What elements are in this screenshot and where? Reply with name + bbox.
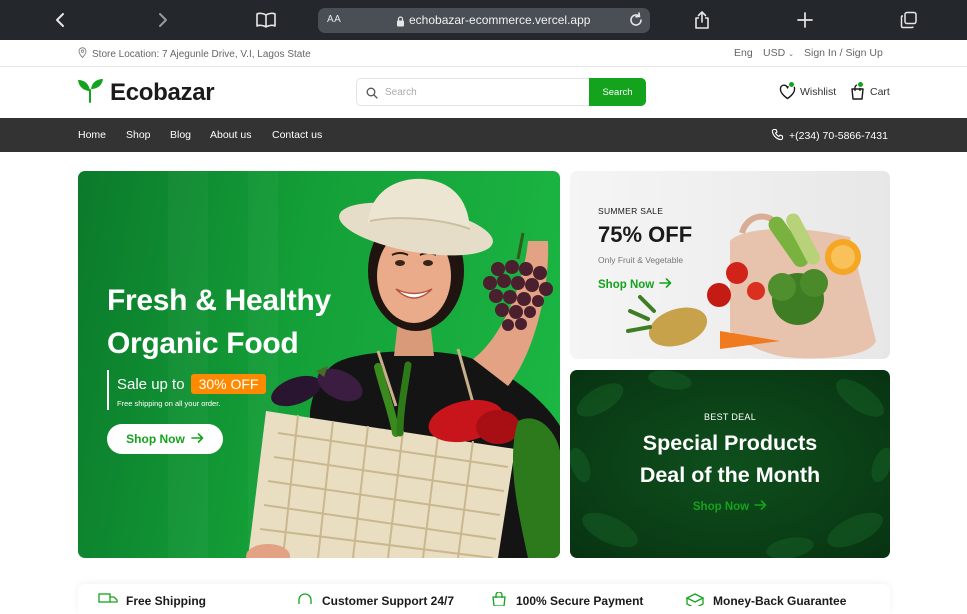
- best-deal-title: Special Products Deal of the Month: [570, 427, 890, 491]
- hero-title-line-1: Fresh & Healthy: [107, 284, 331, 317]
- summer-sale-title: 75% OFF: [598, 222, 693, 247]
- browser-toolbar: AA echobazar-ecommerce.vercel.app: [0, 0, 967, 40]
- best-deal-eyebrow: BEST DEAL: [703, 412, 757, 422]
- address-bar[interactable]: AA echobazar-ecommerce.vercel.app: [318, 8, 650, 33]
- hero-banner: Fresh & Healthy Organic Food Sale up to …: [78, 171, 560, 558]
- hero-title-line-2: Organic Food: [107, 327, 299, 360]
- cart-label: Cart: [870, 86, 890, 98]
- hero-divider: [107, 370, 109, 410]
- summer-shop-now-link[interactable]: Shop Now: [598, 278, 672, 291]
- truck-icon: [98, 592, 118, 609]
- feature-free-shipping: Free Shipping: [98, 592, 206, 609]
- features-strip: Free Shipping Customer Support 24/7 100%…: [78, 584, 890, 614]
- shopping-bag-icon: [490, 591, 508, 609]
- tabs-overview-icon[interactable]: [896, 7, 922, 33]
- nav-item-contact-us[interactable]: Contact us: [272, 129, 322, 141]
- phone-icon: [771, 128, 784, 144]
- heart-icon: [779, 81, 796, 100]
- headphones-icon: [296, 592, 314, 609]
- summer-sale-subtitle: Only Fruit & Vegetable: [598, 255, 684, 265]
- feature-customer-support: Customer Support 24/7: [296, 592, 454, 609]
- arrow-right-icon: [659, 278, 672, 291]
- phone-number: +(234) 70-5866-7431: [789, 130, 888, 142]
- auth-separator: /: [839, 47, 843, 59]
- summer-sale-card[interactable]: SUMMER SALE 75% OFF Only Fruit & Vegetab…: [570, 171, 890, 359]
- cart-button[interactable]: Cart: [850, 81, 890, 100]
- currency-selector[interactable]: USD ⌄: [763, 47, 794, 59]
- share-icon[interactable]: [689, 7, 715, 33]
- logo-text: Ecobazar: [110, 79, 215, 106]
- leaf-logo-icon: [77, 78, 104, 108]
- best-deal-title-line-2: Deal of the Month: [639, 463, 821, 487]
- store-location: Store Location: 7 Ajegunle Drive, V.I, L…: [78, 47, 311, 61]
- feature-money-back: Money-Back Guarantee: [685, 592, 846, 609]
- hero-shop-now-button[interactable]: Shop Now: [107, 424, 223, 454]
- wishlist-label: Wishlist: [800, 86, 837, 98]
- search-input[interactable]: [385, 84, 581, 101]
- hero-shop-now-label: Shop Now: [126, 432, 185, 446]
- main-header: Ecobazar Search Wishlist Cart: [0, 67, 967, 118]
- nav-item-home[interactable]: Home: [78, 129, 106, 141]
- reload-icon[interactable]: [628, 12, 644, 33]
- logo[interactable]: Ecobazar: [77, 78, 215, 108]
- lock-icon: [396, 14, 405, 32]
- search-box: [356, 78, 590, 106]
- back-arrow-icon[interactable]: [47, 7, 73, 33]
- hero-sale-row: Sale up to 30% OFF: [117, 374, 267, 394]
- store-location-text: Store Location: 7 Ajegunle Drive, V.I, L…: [92, 48, 311, 60]
- feature-label: Money-Back Guarantee: [713, 593, 847, 608]
- feature-secure-payment: 100% Secure Payment: [490, 591, 644, 609]
- search-button[interactable]: Search: [589, 78, 646, 106]
- forward-arrow-icon[interactable]: [150, 7, 176, 33]
- nav-item-about-us[interactable]: About us: [210, 129, 251, 141]
- phone-contact[interactable]: +(234) 70-5866-7431: [771, 128, 888, 144]
- feature-label: 100% Secure Payment: [516, 593, 644, 608]
- wishlist-badge: [788, 81, 795, 88]
- best-deal-title-line-1: Special Products: [642, 431, 818, 455]
- sign-in-link[interactable]: Sign In: [804, 47, 837, 59]
- reader-text-size-button[interactable]: AA: [327, 14, 341, 25]
- hero-sale-prefix: Sale up to: [117, 375, 185, 393]
- feature-label: Free Shipping: [126, 593, 207, 608]
- hero-discount-badge: 30% OFF: [190, 374, 267, 394]
- new-tab-plus-icon[interactable]: [792, 7, 818, 33]
- sign-up-link[interactable]: Sign Up: [845, 47, 882, 59]
- currency-label: USD: [763, 47, 786, 59]
- summer-shop-now-label: Shop Now: [598, 278, 655, 291]
- cart-badge: [857, 81, 864, 88]
- map-pin-icon: [78, 47, 87, 61]
- url-text: echobazar-ecommerce.vercel.app: [409, 13, 591, 27]
- search-icon: [366, 87, 378, 99]
- hero-title: Fresh & Healthy Organic Food: [107, 279, 367, 365]
- deal-shop-now-link[interactable]: Shop Now: [570, 500, 890, 513]
- wishlist-button[interactable]: Wishlist: [779, 81, 837, 100]
- nav-item-blog[interactable]: Blog: [170, 129, 191, 141]
- nav-item-shop[interactable]: Shop: [126, 129, 151, 141]
- language-selector[interactable]: Eng: [734, 47, 753, 59]
- main-nav: Home Shop Blog About us Contact us +(234…: [0, 118, 967, 152]
- deal-shop-now-label: Shop Now: [692, 500, 750, 513]
- chevron-down-icon: ⌄: [788, 51, 794, 58]
- grocery-bag-illustration: [626, 213, 876, 359]
- summer-sale-eyebrow: SUMMER SALE: [598, 206, 664, 216]
- arrow-right-icon: [191, 432, 204, 446]
- top-info-bar: Store Location: 7 Ajegunle Drive, V.I, L…: [0, 40, 967, 67]
- package-icon: [685, 592, 705, 609]
- arrow-right-icon: [754, 500, 767, 513]
- hero-shipping-note: Free shipping on all your order.: [117, 399, 221, 408]
- feature-label: Customer Support 24/7: [322, 593, 455, 608]
- bookmarks-book-icon[interactable]: [253, 7, 279, 33]
- auth-links: Sign In / Sign Up: [804, 47, 883, 59]
- shopping-bag-icon: [850, 81, 865, 100]
- best-deal-card[interactable]: BEST DEAL Special Products Deal of the M…: [570, 370, 890, 558]
